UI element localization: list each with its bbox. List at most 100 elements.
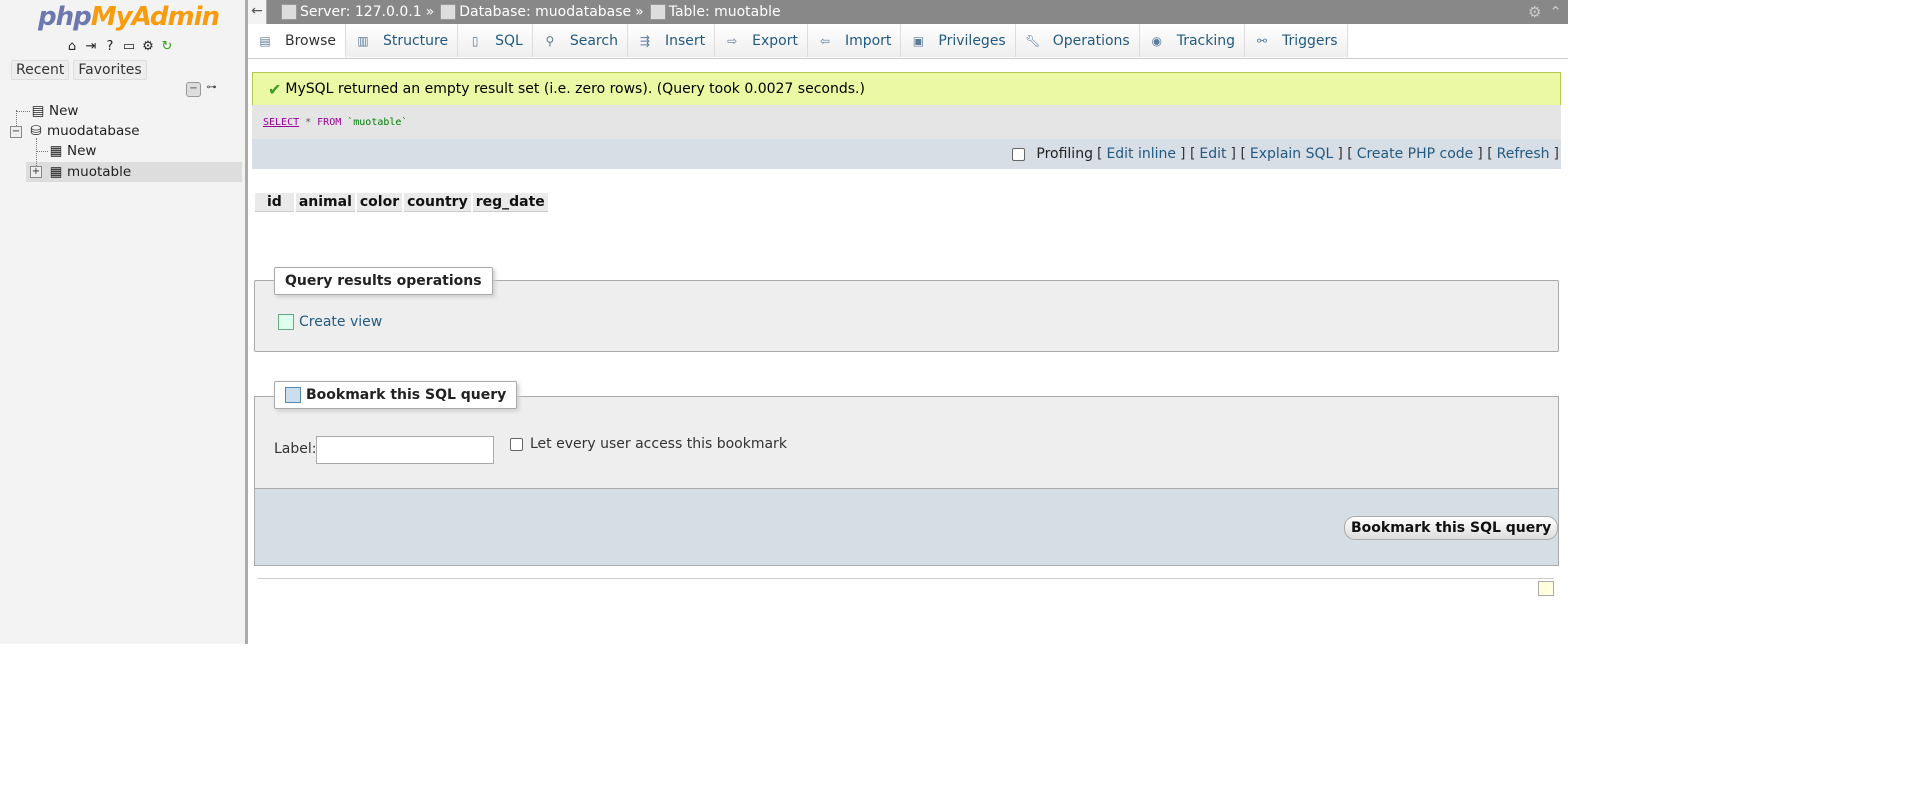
explain-sql-link[interactable]: Explain SQL — [1250, 146, 1333, 162]
create-view-link[interactable]: Create view — [278, 314, 382, 330]
results-table: id animal color country reg_date — [253, 193, 550, 212]
bookmark-icon — [285, 387, 301, 403]
table-icon — [649, 4, 666, 20]
export-icon: ⇨ — [727, 33, 738, 48]
tab-insert[interactable]: ⇶ Insert — [627, 24, 716, 57]
link-icon[interactable]: ⊶ — [205, 82, 218, 95]
breadcrumb-separator: » — [635, 4, 644, 20]
topbar-icons: ⚙ ⌃ — [1528, 3, 1562, 21]
sql-actions: Profiling [Edit inline] [ Edit] [ Explai… — [252, 139, 1561, 169]
home-icon[interactable]: ⌂ — [64, 38, 80, 54]
bookmark-share-option: Let every user access this bookmark — [510, 436, 787, 452]
recent-tab[interactable]: Recent — [11, 60, 70, 80]
sql-star: * — [305, 116, 312, 128]
collapse-all-icon[interactable]: − — [186, 82, 201, 97]
breadcrumb-table[interactable]: Table: muotable — [649, 4, 781, 20]
tab-privileges[interactable]: ▣ Privileges — [901, 24, 1016, 57]
reload-icon[interactable]: ↻ — [159, 38, 175, 54]
create-view-icon — [278, 314, 294, 330]
tree-item-new-table[interactable]: ▦ New — [48, 141, 97, 161]
breadcrumb-separator: » — [425, 4, 435, 20]
tab-tracking[interactable]: ◉ Tracking — [1139, 24, 1245, 57]
column-header-animal[interactable]: animal — [295, 193, 355, 212]
tracking-icon: ◉ — [1151, 33, 1162, 48]
expand-table-icon[interactable]: + — [30, 166, 42, 178]
tree-item-table[interactable]: ▦ muotable — [48, 162, 132, 182]
sidebar-tabs: Recent Favorites — [11, 60, 147, 80]
create-php-code-link[interactable]: Create PHP code — [1357, 146, 1474, 162]
favorites-tab[interactable]: Favorites — [73, 60, 147, 80]
tab-export[interactable]: ⇨ Export — [715, 24, 808, 57]
console-icon[interactable] — [1538, 581, 1554, 596]
tab-sql[interactable]: ▯ SQL — [458, 24, 533, 57]
table-header-row: id animal color country reg_date — [255, 193, 548, 212]
tab-import[interactable]: ⇦ Import — [807, 24, 902, 57]
sql-keyword-select[interactable]: SELECT — [263, 117, 299, 128]
import-icon: ⇦ — [819, 33, 830, 48]
success-message: ✔ MySQL returned an empty result set (i.… — [252, 72, 1561, 106]
tab-browse[interactable]: ▤ Browse — [248, 24, 346, 58]
tab-bar: ▤ Browse ▥ Structure ▯ SQL ⚲ Search ⇶ Insert … — [248, 24, 1568, 59]
share-bookmark-checkbox[interactable] — [510, 437, 523, 451]
bracket: ] [ — [1337, 146, 1353, 162]
divider — [258, 578, 1554, 579]
search-icon: ⚲ — [545, 33, 555, 48]
column-header-id[interactable]: id — [255, 193, 294, 212]
breadcrumb-database[interactable]: Database: muodatabase — [440, 4, 631, 20]
column-header-reg-date[interactable]: reg_date — [472, 193, 548, 212]
structure-icon: ▥ — [357, 33, 369, 48]
tree-item-new-database[interactable]: ▤ New — [30, 101, 79, 121]
bookmark-label-input[interactable] — [316, 436, 494, 464]
tab-search[interactable]: ⚲ Search — [532, 24, 628, 57]
profiling-checkbox[interactable] — [1012, 147, 1026, 161]
edit-link[interactable]: Edit — [1199, 146, 1226, 162]
settings-icon[interactable]: ⚙ — [140, 38, 156, 54]
operations-icon: 🔧︎ — [1025, 33, 1041, 48]
tree-controls: − ⊶ — [186, 82, 218, 97]
server-icon — [281, 4, 297, 20]
tree-line — [36, 151, 48, 152]
profiling-label: Profiling — [1036, 146, 1093, 162]
sql-icon: ▯ — [471, 33, 479, 48]
docs-icon[interactable]: ▭ — [121, 38, 137, 54]
breadcrumb-bar: ← Server: 127.0.0.1 » Database: muodatab… — [248, 0, 1568, 24]
bookmark-legend: Bookmark this SQL query — [274, 381, 518, 409]
bookmark-label-text: Label: — [274, 441, 317, 457]
breadcrumb-server[interactable]: Server: 127.0.0.1 — [281, 4, 422, 20]
collapse-database-icon[interactable]: − — [10, 126, 22, 138]
insert-icon: ⇶ — [639, 33, 650, 48]
new-database-icon: ▤ — [31, 103, 45, 119]
bracket: ] [ — [1180, 146, 1196, 162]
quick-icons: ⌂ ⇥ ? ▭ ⚙ ↻ — [64, 38, 175, 54]
bracket: ] — [1553, 146, 1559, 162]
tab-structure[interactable]: ▥ Structure — [345, 24, 459, 57]
help-icon[interactable]: ? — [102, 38, 118, 54]
tab-operations[interactable]: 🔧︎ Operations — [1015, 24, 1140, 57]
phpmyadmin-logo[interactable]: phpMyAdmin — [38, 2, 220, 32]
privileges-icon: ▣ — [912, 33, 925, 48]
exit-icon[interactable]: ⇥ — [83, 38, 99, 54]
edit-inline-link[interactable]: Edit inline — [1106, 146, 1176, 162]
bracket: ] [ — [1230, 146, 1246, 162]
bracket: ] [ — [1477, 146, 1493, 162]
bracket: [ — [1096, 146, 1103, 162]
tree-item-database[interactable]: ⛁ muodatabase — [28, 121, 139, 141]
new-table-icon: ▦ — [49, 143, 63, 159]
sql-table-name: `muotable` — [347, 116, 408, 128]
success-check-icon: ✔ — [268, 79, 282, 99]
sql-keyword-from: FROM — [317, 116, 342, 128]
column-header-color[interactable]: color — [356, 193, 403, 212]
collapse-sidebar-icon[interactable]: ← — [248, 0, 267, 24]
collapse-icon[interactable]: ⌃ — [1549, 3, 1562, 21]
settings-icon[interactable]: ⚙ — [1528, 3, 1541, 21]
column-header-country[interactable]: country — [404, 193, 471, 212]
refresh-link[interactable]: Refresh — [1497, 146, 1550, 162]
bookmark-submit-button[interactable]: Bookmark this SQL query — [1344, 516, 1559, 540]
navigation-panel: phpMyAdmin ⌂ ⇥ ? ▭ ⚙ ↻ Recent Favorites … — [0, 0, 248, 644]
tab-triggers[interactable]: ⚯ Triggers — [1245, 24, 1348, 57]
table-icon: ▦ — [49, 164, 63, 180]
tree-line — [16, 111, 30, 112]
database-icon: ⛁ — [30, 123, 42, 139]
sql-query-display: SELECT * FROM `muotable` — [252, 105, 1561, 139]
browse-icon: ▤ — [259, 33, 271, 48]
